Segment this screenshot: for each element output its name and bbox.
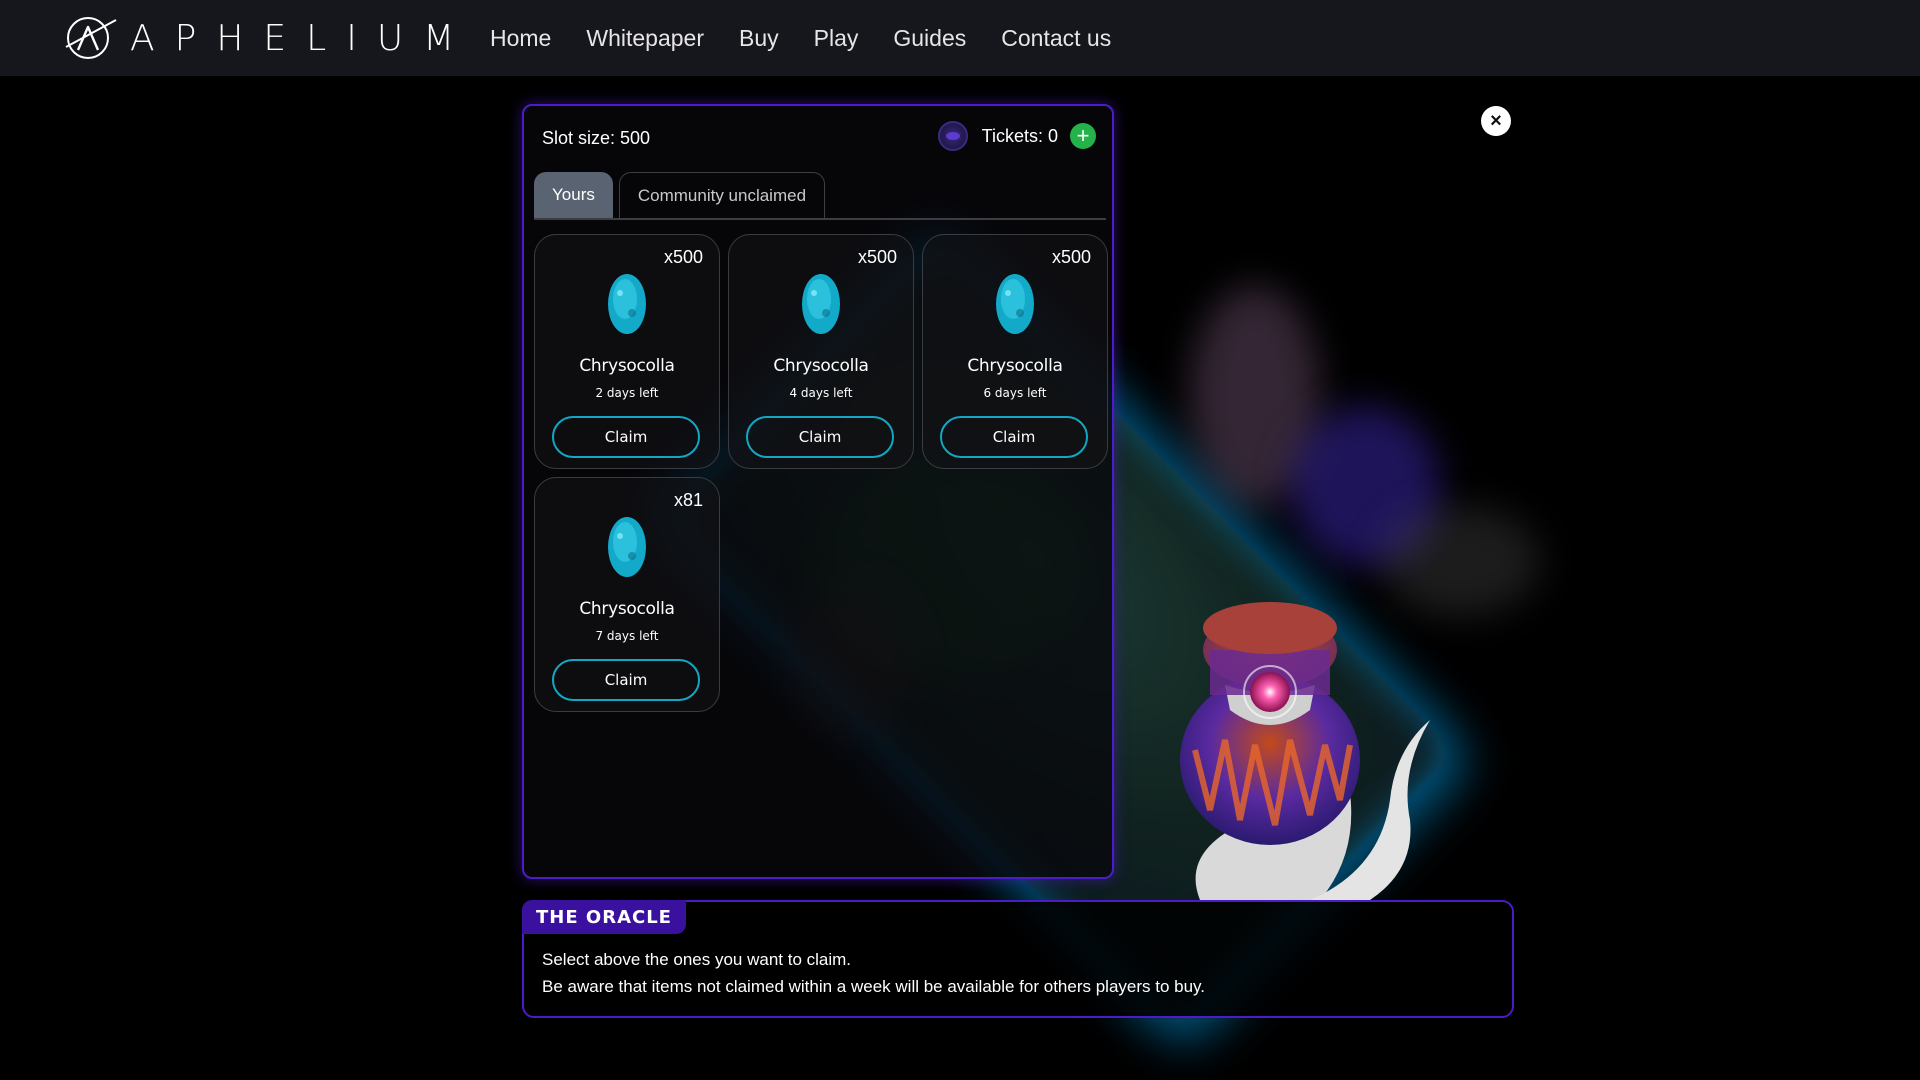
claim-button[interactable]: Claim [552,659,700,701]
claim-button[interactable]: Claim [552,416,700,458]
item-name: Chrysocolla [967,356,1063,376]
nav-guides[interactable]: Guides [893,25,966,52]
item-days-left: 6 days left [983,386,1047,400]
claim-panel: Slot size: 500 Tickets: 0 + Yours Commun… [522,104,1114,879]
item-days-left: 4 days left [789,386,853,400]
item-name: Chrysocolla [773,356,869,376]
claim-button[interactable]: Claim [940,416,1088,458]
nav-play[interactable]: Play [814,25,859,52]
claim-tabs: Yours Community unclaimed [534,168,1106,220]
claim-button[interactable]: Claim [746,416,894,458]
add-ticket-button[interactable]: + [1070,123,1096,149]
tab-yours[interactable]: Yours [534,172,613,218]
chrysocolla-gem-icon [996,274,1034,334]
item-card[interactable]: x81 Chrysocolla 7 days left Claim [534,477,720,712]
item-card[interactable]: x500 Chrysocolla 4 days left Claim [728,234,914,469]
main-nav: Home Whitepaper Buy Play Guides Contact … [490,0,1146,76]
item-name: Chrysocolla [579,599,675,619]
tickets-area: Tickets: 0 + [937,120,1096,152]
nav-contact-us[interactable]: Contact us [1001,25,1111,52]
item-days-left: 2 days left [595,386,659,400]
brand-logo[interactable]: APHELIUM [62,14,474,62]
item-days-left: 7 days left [595,629,659,643]
item-count: x81 [673,490,703,510]
oracle-message-line-2: Be aware that items not claimed within a… [542,977,1206,996]
item-grid: x500 Chrysocolla 2 days left Claim x500 … [534,234,1108,712]
slot-size-label: Slot size: 500 [542,128,651,148]
item-card[interactable]: x500 Chrysocolla 2 days left Claim [534,234,720,469]
aphelium-logo-icon [65,17,117,59]
close-icon[interactable]: × [1481,106,1511,136]
oracle-message-box: THE ORACLE Select above the ones you wan… [522,900,1514,1018]
item-card[interactable]: x500 Chrysocolla 6 days left Claim [922,234,1108,469]
nav-whitepaper[interactable]: Whitepaper [586,25,704,52]
nav-buy[interactable]: Buy [739,25,779,52]
tab-community-unclaimed[interactable]: Community unclaimed [618,172,826,218]
item-count: x500 [857,247,897,267]
top-navbar: APHELIUM Home Whitepaper Buy Play Guides… [0,0,1920,76]
chrysocolla-gem-icon [608,517,646,577]
chrysocolla-gem-icon [608,274,646,334]
item-count: x500 [663,247,703,267]
ticket-coin-icon [937,121,968,151]
item-count: x500 [1051,247,1091,267]
oracle-character [1180,602,1430,900]
chrysocolla-gem-icon [802,274,840,334]
tickets-count: Tickets: 0 [981,125,1058,146]
brand-name: APHELIUM [130,17,475,59]
item-name: Chrysocolla [579,356,675,376]
nav-home[interactable]: Home [490,25,551,52]
oracle-message-line-1: Select above the ones you want to claim. [542,950,852,969]
oracle-title: THE ORACLE [522,900,686,934]
